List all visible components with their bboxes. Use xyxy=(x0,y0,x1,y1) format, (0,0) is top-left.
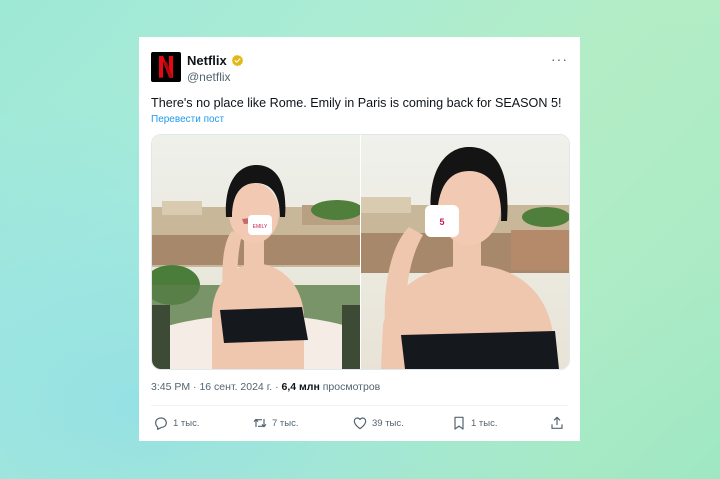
retweet-button[interactable]: 7 тыс. xyxy=(252,415,299,431)
share-icon xyxy=(551,416,563,429)
reply-icon xyxy=(155,417,167,430)
author-handle[interactable]: @netflix xyxy=(187,70,231,84)
like-count: 39 тыс. xyxy=(372,417,404,429)
media-photo-right[interactable]: 5 xyxy=(361,135,569,369)
tweet-date[interactable]: 16 сент. 2024 г. xyxy=(199,381,272,393)
views-label: просмотров xyxy=(322,381,381,393)
bookmark-button[interactable]: 1 тыс. xyxy=(451,415,498,431)
photo-right-image: 5 xyxy=(361,135,569,369)
actions-divider xyxy=(151,405,568,406)
media-photo-left[interactable]: EMILY xyxy=(152,135,360,369)
tweet-media: EMILY 5 xyxy=(151,134,570,370)
reply-button[interactable]: 1 тыс. xyxy=(153,415,200,431)
bookmark-count: 1 тыс. xyxy=(471,417,498,429)
cup-text-left: EMILY xyxy=(253,224,268,230)
tweet-card: Netflix @netflix ··· There's no place li… xyxy=(139,37,580,441)
reply-count: 1 тыс. xyxy=(173,417,200,429)
cup-text-right: 5 xyxy=(439,217,444,227)
share-button[interactable] xyxy=(549,415,565,431)
tweet-meta: 3:45 PM · 16 сент. 2024 г. · 6,4 млн про… xyxy=(151,381,380,393)
retweet-icon xyxy=(253,418,267,428)
retweet-count: 7 тыс. xyxy=(272,417,299,429)
meta-separator: · xyxy=(193,381,197,393)
photo-left-image: EMILY xyxy=(152,135,360,369)
translate-link[interactable]: Перевести пост xyxy=(151,114,224,125)
like-button[interactable]: 39 тыс. xyxy=(352,415,404,431)
author-name[interactable]: Netflix xyxy=(187,53,227,68)
verified-badge-icon xyxy=(231,54,243,67)
tweet-text: There's no place like Rome. Emily in Par… xyxy=(151,96,562,110)
author-name-row: Netflix xyxy=(187,53,244,68)
bookmark-icon xyxy=(454,416,464,430)
meta-separator-2: · xyxy=(275,381,279,393)
avatar[interactable] xyxy=(151,52,181,82)
more-icon[interactable]: ··· xyxy=(551,52,568,66)
views-count: 6,4 млн xyxy=(281,381,320,393)
tweet-actions: 1 тыс. 7 тыс. 39 тыс. 1 тыс. xyxy=(151,415,568,435)
tweet-header: Netflix @netflix ··· xyxy=(151,52,568,84)
like-icon xyxy=(353,417,367,430)
tweet-time[interactable]: 3:45 PM xyxy=(151,381,190,393)
netflix-logo-icon xyxy=(159,56,173,78)
